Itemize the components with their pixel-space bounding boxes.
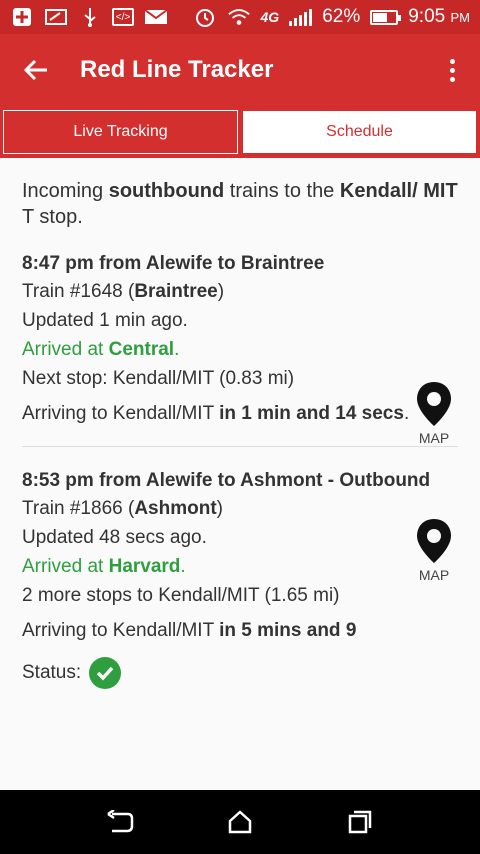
tab-live-tracking[interactable]: Live Tracking <box>3 110 238 154</box>
recents-nav-icon <box>348 810 372 834</box>
intro-text: Incoming southbound trains to the Kendal… <box>22 180 458 228</box>
message-icon <box>44 7 68 27</box>
app-toolbar: Red Line Tracker <box>0 34 480 106</box>
home-nav-icon <box>228 810 252 834</box>
notification-icons: </> <box>10 7 168 27</box>
overflow-menu-icon <box>449 58 455 64</box>
wifi-icon <box>227 7 251 27</box>
back-arrow-icon <box>23 59 47 81</box>
code-icon: </> <box>112 8 134 26</box>
map-button[interactable]: MAP <box>410 380 458 446</box>
updated-text: Updated 1 min ago. <box>22 310 188 331</box>
train-number: Train #1866 (Ashmont) <box>22 498 223 519</box>
tab-schedule[interactable]: Schedule <box>242 110 477 154</box>
usb-icon <box>78 7 102 27</box>
train-title: 8:53 pm from Alewife to Ashmont - Outbou… <box>22 470 431 491</box>
arriving-text: Arriving to Kendall/MIT in 5 mins and 9 <box>22 620 357 641</box>
status-row: Status: <box>22 657 458 689</box>
updated-text: Updated 48 secs ago. <box>22 527 207 548</box>
battery-percent: 62% <box>322 6 361 27</box>
plus-icon <box>10 7 34 27</box>
arrived-text: Arrived at Central. <box>22 339 180 360</box>
arrived-text: Arrived at Harvard. <box>22 556 186 577</box>
map-pin-icon <box>417 382 451 426</box>
next-stop-text: 2 more stops to Kendall/MIT (1.65 mi) <box>22 585 340 606</box>
mail-icon <box>144 7 168 27</box>
signal-icon <box>289 8 313 26</box>
network-icon: 4G <box>260 9 280 25</box>
train-card: 8:47 pm from Alewife to Braintree Train … <box>22 230 458 447</box>
app-title: Red Line Tracker <box>80 56 274 83</box>
train-title: 8:47 pm from Alewife to Braintree <box>22 253 325 274</box>
back-nav-button[interactable] <box>96 798 144 846</box>
next-stop-text: Next stop: Kendall/MIT (0.83 mi) <box>22 368 295 389</box>
map-pin-icon <box>417 519 451 563</box>
overflow-menu-button[interactable] <box>424 34 480 106</box>
tab-bar: Live Tracking Schedule <box>0 106 480 158</box>
alarm-icon <box>193 7 217 27</box>
battery-icon <box>370 9 402 25</box>
train-number: Train #1648 (Braintree) <box>22 281 225 302</box>
clock: 9:05 PM <box>408 6 470 27</box>
train-card: 8:53 pm from Alewife to Ashmont - Outbou… <box>22 447 458 707</box>
map-button[interactable]: MAP <box>410 517 458 583</box>
arriving-text: Arriving to Kendall/MIT in 1 min and 14 … <box>22 403 410 424</box>
map-label: MAP <box>418 430 450 446</box>
back-button[interactable] <box>0 34 72 106</box>
status-bar: </> 4G 62% 9:05 PM <box>0 0 480 34</box>
status-label: Status: <box>22 662 82 683</box>
home-nav-button[interactable] <box>216 798 264 846</box>
map-label: MAP <box>418 567 450 583</box>
back-nav-icon <box>107 810 134 833</box>
check-icon <box>89 657 122 689</box>
system-icons: 4G 62% 9:05 PM <box>193 6 470 28</box>
system-nav-bar <box>0 790 480 854</box>
tracking-content[interactable]: Incoming southbound trains to the Kendal… <box>0 158 480 790</box>
recents-nav-button[interactable] <box>336 798 384 846</box>
